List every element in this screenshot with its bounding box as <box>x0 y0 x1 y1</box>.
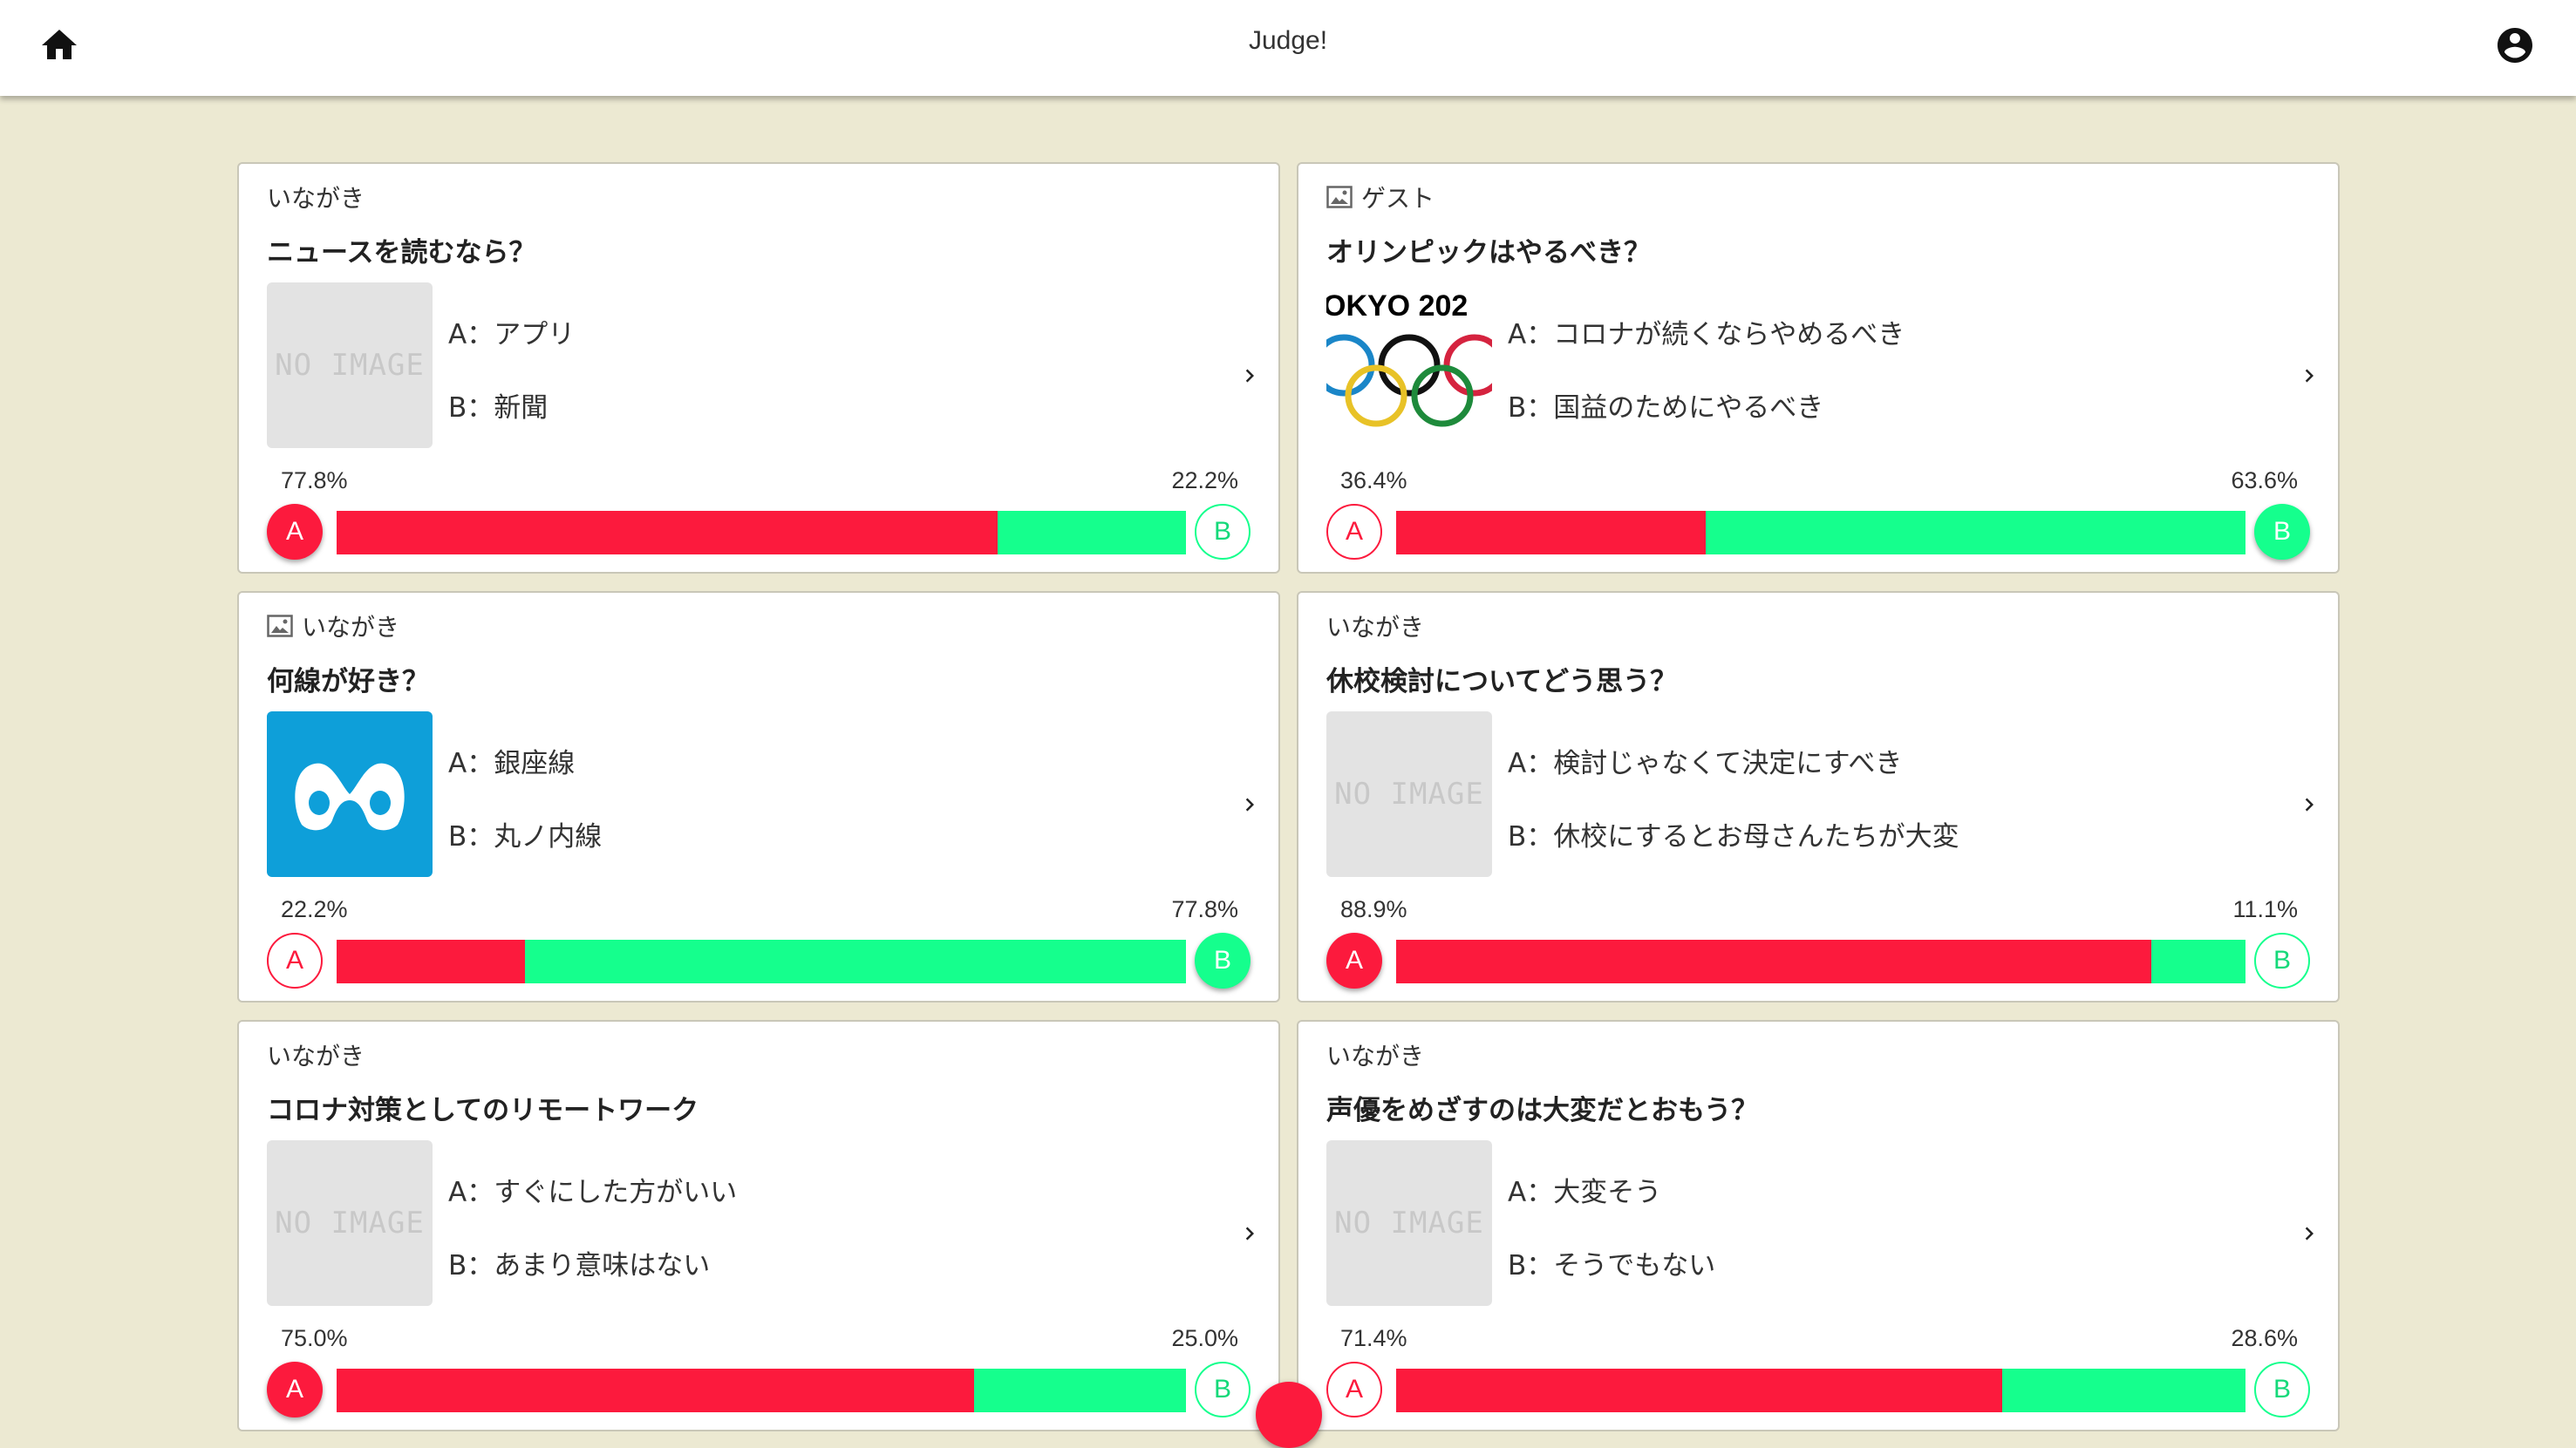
vote-ratio-a-fill <box>1396 511 1706 554</box>
poll-thumbnail <box>267 711 433 877</box>
account-button[interactable] <box>2494 24 2536 66</box>
poll-question: 声優をめざすのは大変だとおもう？ <box>1326 1095 1759 1126</box>
poll-thumbnail: NO IMAGE <box>267 282 433 448</box>
option-a-text: A：アプリ <box>448 319 576 350</box>
poll-card[interactable]: いながき コロナ対策としてのリモートワーク NO IMAGE A：すぐにした方が… <box>237 1020 1280 1431</box>
vote-a-button[interactable]: A <box>1326 933 1382 989</box>
olympic-rings-icon: OKYO 202 <box>1326 289 1492 427</box>
poll-thumbnail: NO IMAGE <box>267 1140 433 1306</box>
option-a-text: A：銀座線 <box>448 748 576 779</box>
no-image-text: NO IMAGE <box>275 1206 425 1241</box>
vote-ratio-bar <box>1396 1369 2245 1412</box>
percent-a: 71.4% <box>1340 1325 1407 1351</box>
option-a-text: A：すぐにした方がいい <box>448 1177 738 1208</box>
poll-author: いながき <box>267 608 399 643</box>
vote-ratio-bar <box>1396 940 2245 983</box>
poll-author: いながき <box>1326 1042 1425 1071</box>
vote-a-button[interactable]: A <box>267 1362 323 1417</box>
chevron-right-icon[interactable] <box>1237 363 1263 389</box>
chevron-right-icon[interactable] <box>2296 363 2322 389</box>
vote-a-button[interactable]: A <box>267 933 323 989</box>
poll-author: いながき <box>267 1042 365 1071</box>
poll-card[interactable]: いながき ニュースを読むなら？ NO IMAGE A：アプリ B：新聞 77.8… <box>237 162 1280 574</box>
percent-a: 77.8% <box>281 467 348 493</box>
percent-a: 88.9% <box>1340 896 1407 922</box>
no-image-text: NO IMAGE <box>275 348 425 383</box>
poll-question: 休校検討についてどう思う？ <box>1326 666 1678 697</box>
vote-b-button[interactable]: B <box>1195 1362 1251 1417</box>
percent-b: 25.0% <box>1171 1325 1238 1351</box>
option-b-text: B：休校にするとお母さんたちが大変 <box>1508 821 1959 853</box>
poll-thumbnail: OKYO 202 <box>1326 282 1492 448</box>
option-a-text: A：大変そう <box>1508 1177 1662 1208</box>
poll-question: 何線が好き？ <box>267 666 429 697</box>
chevron-right-icon[interactable] <box>1237 792 1263 818</box>
option-b-text: B：新聞 <box>448 392 549 424</box>
poll-thumbnail: NO IMAGE <box>1326 1140 1492 1306</box>
vote-b-button[interactable]: B <box>2254 1362 2310 1417</box>
vote-a-button[interactable]: A <box>1326 1362 1382 1417</box>
percent-b: 63.6% <box>2231 467 2298 493</box>
vote-b-button[interactable]: B <box>1195 933 1251 989</box>
vote-ratio-a-fill <box>337 511 998 554</box>
image-icon <box>267 615 293 637</box>
percent-b: 28.6% <box>2231 1325 2298 1351</box>
poll-card[interactable]: いながき 何線が好き？ A：銀座線 B：丸ノ内線 22.2% 77.8% A B <box>237 591 1280 1003</box>
poll-question: オリンピックはやるべき？ <box>1326 237 1651 269</box>
poll-question: ニュースを読むなら？ <box>267 237 536 269</box>
poll-thumbnail: NO IMAGE <box>1326 711 1492 877</box>
account-circle-icon <box>2498 28 2532 63</box>
chevron-right-icon[interactable] <box>2296 792 2322 818</box>
vote-ratio-a-fill <box>1396 940 2151 983</box>
poll-card[interactable]: いながき 声優をめざすのは大変だとおもう？ NO IMAGE A：大変そう B：… <box>1297 1020 2340 1431</box>
chevron-right-icon[interactable] <box>2296 1220 2322 1247</box>
chevron-right-icon[interactable] <box>1237 1220 1263 1247</box>
poll-author: ゲスト <box>1326 180 1435 214</box>
tokyo-metro-logo-icon <box>295 763 405 831</box>
percent-a: 75.0% <box>281 1325 348 1351</box>
vote-b-button[interactable]: B <box>2254 504 2310 560</box>
vote-b-button[interactable]: B <box>1195 504 1251 560</box>
option-a-text: A：検討じゃなくて決定にすべき <box>1508 748 1903 779</box>
vote-a-button[interactable]: A <box>1326 504 1382 560</box>
percent-b: 11.1% <box>2232 896 2298 922</box>
option-a-text: A：コロナが続くならやめるべき <box>1508 319 1905 350</box>
option-b-text: B：国益のためにやるべき <box>1508 392 1824 424</box>
vote-ratio-a-fill <box>1396 1369 2003 1412</box>
no-image-text: NO IMAGE <box>1334 777 1484 812</box>
vote-b-button[interactable]: B <box>2254 933 2310 989</box>
vote-ratio-bar <box>1396 511 2245 554</box>
no-image-text: NO IMAGE <box>1334 1206 1484 1241</box>
vote-ratio-bar <box>337 511 1186 554</box>
vote-ratio-bar <box>337 940 1186 983</box>
percent-b: 22.2% <box>1171 467 1238 493</box>
vote-ratio-bar <box>337 1369 1186 1412</box>
app-bar: Judge! <box>0 0 2576 96</box>
option-b-text: B：あまり意味はない <box>448 1250 711 1281</box>
vote-ratio-a-fill <box>337 940 526 983</box>
floating-action-button[interactable] <box>1256 1382 1322 1448</box>
percent-a: 22.2% <box>281 896 348 922</box>
poll-question: コロナ対策としてのリモートワーク <box>267 1095 699 1126</box>
poll-author: いながき <box>267 184 365 213</box>
option-b-text: B：丸ノ内線 <box>448 821 603 853</box>
olympic-logo-text: OKYO 202 <box>1326 289 1468 323</box>
option-b-text: B：そうでもない <box>1508 1250 1716 1281</box>
poll-card[interactable]: いながき 休校検討についてどう思う？ NO IMAGE A：検討じゃなくて決定に… <box>1297 591 2340 1003</box>
vote-a-button[interactable]: A <box>267 504 323 560</box>
poll-card[interactable]: ゲスト オリンピックはやるべき？ OKYO 202 A：コロナが続くならやめるべ… <box>1297 162 2340 574</box>
poll-author: いながき <box>1326 613 1425 642</box>
image-icon <box>1326 186 1353 208</box>
app-title: Judge! <box>1248 26 1328 55</box>
vote-ratio-a-fill <box>337 1369 974 1412</box>
percent-a: 36.4% <box>1340 467 1407 493</box>
percent-b: 77.8% <box>1171 896 1238 922</box>
